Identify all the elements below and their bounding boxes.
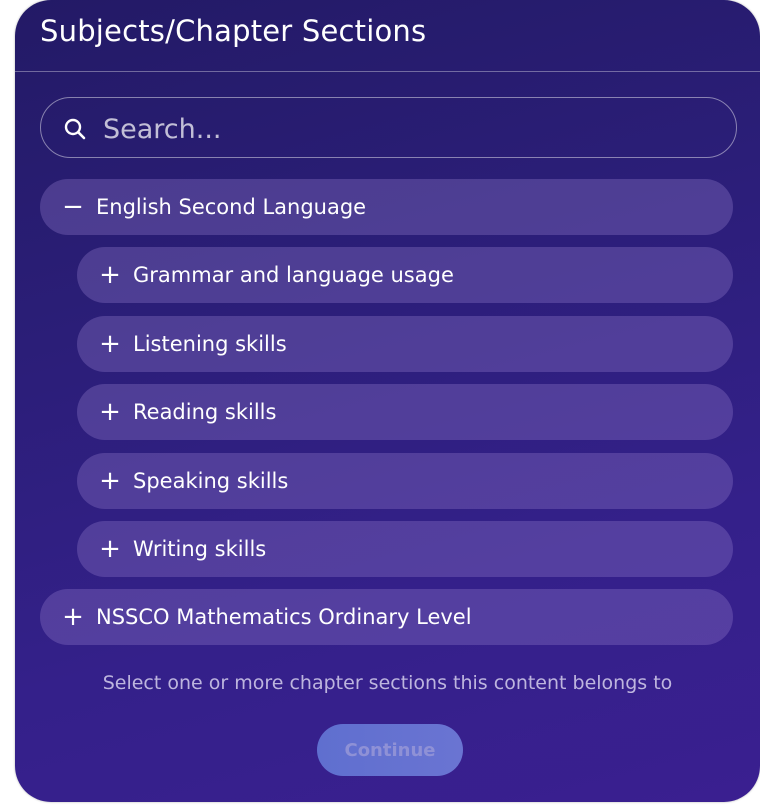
search-icon: [63, 117, 87, 141]
dialog-title: Subjects/Chapter Sections: [40, 14, 427, 48]
expand-plus-icon[interactable]: +: [99, 521, 121, 577]
continue-button[interactable]: Continue: [317, 724, 463, 776]
chapter-label: Reading skills: [133, 400, 277, 424]
expand-plus-icon[interactable]: +: [99, 247, 121, 303]
subject-label: NSSCO Mathematics Ordinary Level: [96, 605, 472, 629]
search-box[interactable]: [40, 97, 737, 158]
chapter-row-writing-skills[interactable]: + Writing skills: [77, 521, 733, 577]
expand-plus-icon[interactable]: +: [99, 453, 121, 509]
chapter-label: Listening skills: [133, 332, 287, 356]
subject-row-english-second-language[interactable]: − English Second Language: [40, 179, 733, 235]
expand-plus-icon[interactable]: +: [62, 589, 84, 645]
chapter-label: Writing skills: [133, 537, 267, 561]
subjects-dialog: Subjects/Chapter Sections − English Seco…: [15, 0, 760, 802]
chapter-row-listening-skills[interactable]: + Listening skills: [77, 316, 733, 372]
chapter-label: Grammar and language usage: [133, 263, 454, 287]
subject-label: English Second Language: [96, 195, 367, 219]
chapter-row-grammar-and-language-usage[interactable]: + Grammar and language usage: [77, 247, 733, 303]
collapse-minus-icon[interactable]: −: [62, 179, 84, 235]
expand-plus-icon[interactable]: +: [99, 384, 121, 440]
search-input[interactable]: [101, 108, 705, 150]
helper-text: Select one or more chapter sections this…: [102, 672, 673, 694]
dialog-header: Subjects/Chapter Sections: [15, 0, 760, 72]
chapter-row-reading-skills[interactable]: + Reading skills: [77, 384, 733, 440]
chapter-label: Speaking skills: [133, 469, 289, 493]
expand-plus-icon[interactable]: +: [99, 316, 121, 372]
subject-row-nssco-mathematics[interactable]: + NSSCO Mathematics Ordinary Level: [40, 589, 733, 645]
chapter-row-speaking-skills[interactable]: + Speaking skills: [77, 453, 733, 509]
